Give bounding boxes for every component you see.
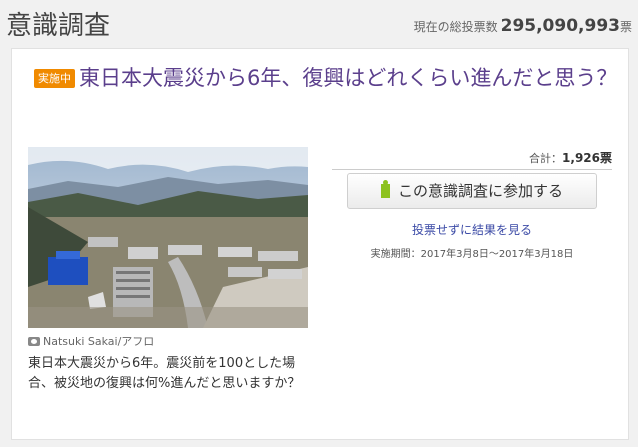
poll-photo	[28, 147, 308, 328]
join-poll-button[interactable]: この意識調査に参加する	[347, 173, 597, 209]
poll-title[interactable]: 東日本大震災から6年、復興はどれくらい進んだと思う？	[79, 66, 617, 90]
header: 意識調査 現在の総投票数 295,090,993票	[0, 0, 638, 44]
poll-description: 東日本大震災から6年。震災前を100とした場合、被災地の復興は何%進んだと思いま…	[28, 356, 301, 391]
total-votes: 現在の総投票数 295,090,993票	[414, 16, 632, 36]
vote-icon	[380, 180, 390, 198]
photo-credit-text: Natsuki Sakai/アフロ	[43, 335, 155, 348]
total-votes-label: 現在の総投票数	[413, 20, 498, 34]
poll-period: 実施期間：2017年3月8日〜2017年3月18日	[370, 249, 574, 260]
vote-total: 合計：1,926票	[332, 149, 612, 170]
poll-title-block: 実施中 東日本大震災から6年、復興はどれくらい進んだと思う？	[34, 63, 622, 94]
vote-total-value: 1,926票	[562, 151, 612, 165]
photo-credit: Natsuki Sakai/アフロ	[28, 333, 154, 349]
view-results-link[interactable]: 投票せずに結果を見る	[332, 221, 612, 238]
total-votes-value: 295,090,993	[500, 16, 620, 36]
poll-card: 実施中 東日本大震災から6年、復興はどれくらい進んだと思う？ Natsuki S…	[11, 48, 629, 440]
join-poll-button-label: この意識調査に参加する	[397, 182, 563, 200]
vote-total-label: 合計：	[529, 152, 563, 165]
status-badge: 実施中	[34, 69, 75, 88]
page-brand-title[interactable]: 意識調査	[6, 5, 110, 42]
camera-icon	[28, 337, 40, 346]
total-votes-unit: 票	[619, 20, 632, 34]
